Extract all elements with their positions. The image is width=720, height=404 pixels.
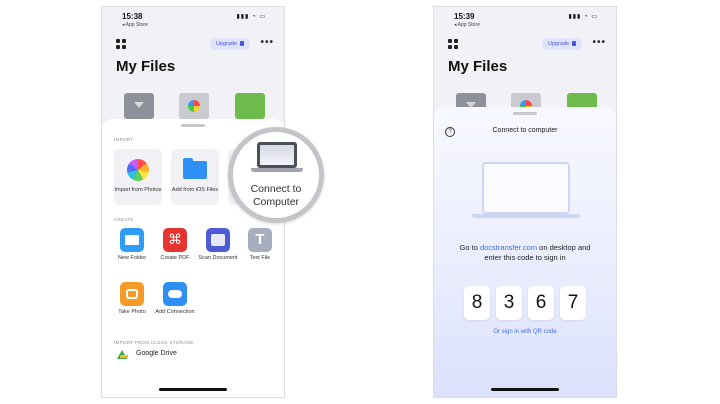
pdf-icon	[163, 228, 187, 252]
code-digit: 6	[528, 286, 554, 320]
upgrade-button[interactable]: Upgrade	[542, 38, 583, 50]
camera-icon	[120, 282, 144, 306]
page-title: My Files	[116, 58, 176, 75]
code-digit: 8	[464, 286, 490, 320]
folder-photos-icon[interactable]	[179, 93, 209, 119]
folder-green-icon[interactable]	[235, 93, 265, 119]
section-cloud-storage: IMPORT FROM CLOUD STORAGE	[114, 340, 194, 345]
back-to-app-store[interactable]: ◂ App Store	[454, 22, 480, 28]
laptop-icon	[257, 142, 297, 168]
item-label: Add Connection	[155, 309, 195, 315]
sheet-grabber[interactable]	[513, 112, 537, 115]
page-title: My Files	[448, 58, 508, 75]
status-icons: ▮▮▮ ◔ ▭	[568, 14, 598, 20]
text-file-icon: T	[248, 228, 272, 252]
photos-icon	[127, 159, 149, 181]
item-label: Scan Document	[198, 255, 238, 261]
instructions-prefix: Go to	[459, 243, 480, 252]
tile-label: Add from iOS Files	[171, 187, 219, 193]
connect-to-computer-sheet: ? Connect to computer Go to docstransfer…	[434, 107, 616, 397]
section-import: IMPORT	[114, 137, 134, 142]
add-from-ios-files-button[interactable]: Add from iOS Files	[171, 149, 219, 205]
upgrade-label: Upgrade	[216, 41, 238, 47]
status-bar: 15:39 ◂ App Store ▮▮▮ ◔ ▭	[454, 12, 606, 32]
upgrade-button[interactable]: Upgrade	[210, 38, 251, 50]
status-icons: ▮▮▮ ◔ ▭	[236, 14, 266, 20]
instructions: Go to docstransfer.com on desktop and en…	[454, 243, 596, 263]
scan-icon	[206, 228, 230, 252]
docstransfer-link[interactable]: docstransfer.com	[480, 243, 537, 252]
item-label: New Folder	[117, 255, 147, 261]
laptop-illustration-base	[472, 214, 580, 218]
callout-label: Connect to Computer	[250, 183, 302, 208]
folder-downloads-icon[interactable]	[124, 93, 154, 119]
gem-icon	[572, 41, 577, 46]
google-drive-item[interactable]: Google Drive	[136, 350, 177, 357]
files-folder-icon	[183, 158, 207, 179]
more-icon[interactable]: •••	[260, 37, 274, 48]
status-bar: 15:38 ◂ App Store ▮▮▮ ◔ ▭	[122, 12, 274, 32]
grid-menu-icon[interactable]	[448, 39, 458, 49]
sheet-grabber[interactable]	[181, 124, 205, 127]
item-label: Text File	[249, 255, 271, 261]
qr-code-sign-in-link[interactable]: Or sign in with QR code	[434, 329, 616, 335]
new-folder-icon	[120, 228, 144, 252]
cloud-icon	[163, 282, 187, 306]
google-drive-icon	[117, 350, 128, 359]
home-indicator	[159, 388, 227, 391]
more-icon[interactable]: •••	[592, 37, 606, 48]
gem-icon	[240, 41, 245, 46]
upgrade-label: Upgrade	[548, 41, 570, 47]
back-to-app-store[interactable]: ◂ App Store	[122, 22, 148, 28]
import-from-photos-button[interactable]: Import from Photos	[114, 149, 162, 205]
phone-screen-right: 15:39 ◂ App Store ▮▮▮ ◔ ▭ Upgrade ••• My…	[433, 6, 617, 398]
laptop-base	[251, 168, 303, 172]
item-label: Create PDF	[160, 255, 190, 261]
section-create: CREATE	[114, 217, 134, 222]
item-label: Take Photo	[118, 309, 146, 315]
tile-label: Import from Photos	[114, 187, 162, 193]
laptop-illustration-icon	[482, 162, 570, 214]
status-time: 15:38	[122, 12, 143, 21]
home-indicator	[491, 388, 559, 391]
code-digit: 7	[560, 286, 586, 320]
status-time: 15:39	[454, 12, 475, 21]
connect-to-computer-callout[interactable]: Connect to Computer	[228, 127, 324, 223]
sheet-title: Connect to computer	[492, 127, 558, 134]
code-digit: 3	[496, 286, 522, 320]
grid-menu-icon[interactable]	[116, 39, 126, 49]
